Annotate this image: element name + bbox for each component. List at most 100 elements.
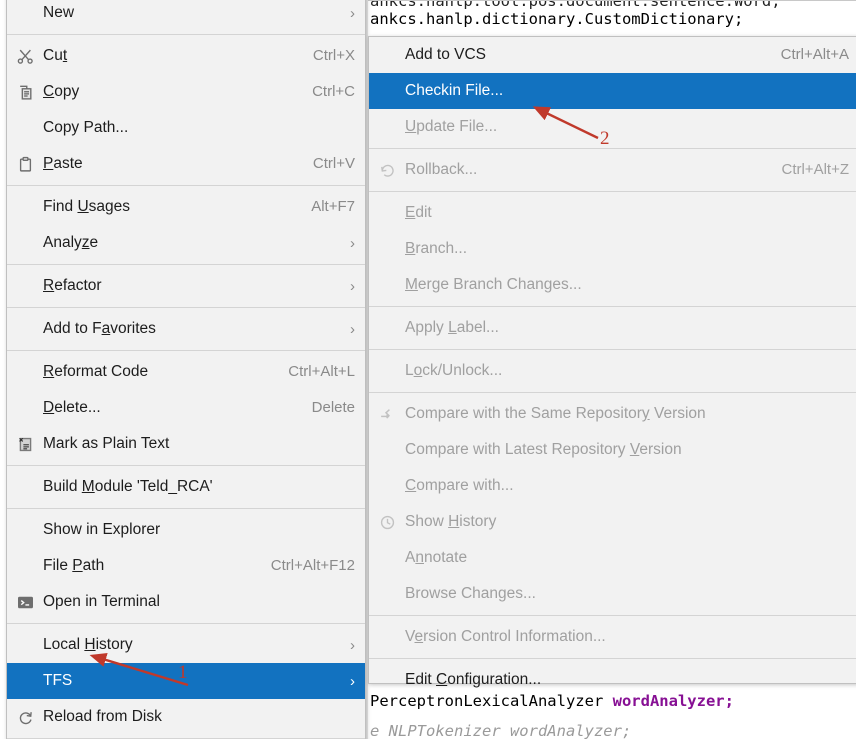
menu-item-label: Paste (43, 155, 83, 172)
menu-item-browse-changes: Browse Changes... (369, 576, 856, 612)
menu-item-shortcut: Alt+F7 (311, 198, 355, 215)
annotation-label-1: 1 (178, 662, 188, 683)
menu-item-label: Local History (43, 636, 133, 653)
menu-separator (369, 349, 856, 350)
menu-item-cut[interactable]: Cut Ctrl+X (7, 38, 365, 74)
menu-item-shortcut: Ctrl+Alt+F12 (270, 557, 355, 574)
plain-text-icon (7, 436, 43, 453)
tfs-submenu[interactable]: Add to VCS Ctrl+Alt+A Checkin File... Updat… (368, 36, 856, 688)
chevron-right-icon: › (350, 672, 355, 690)
menu-separator (369, 148, 856, 149)
menu-item-label: Lock/Unlock... (405, 362, 503, 379)
menu-separator (7, 34, 365, 35)
clipboard-icon (7, 156, 43, 173)
rollback-icon (369, 162, 405, 179)
menu-item-file-path[interactable]: File Path Ctrl+Alt+F12 (7, 548, 365, 584)
menu-item-label: File Path (43, 557, 105, 574)
menu-item-label: Add to Favorites (43, 320, 156, 337)
menu-item-label: Apply Label... (405, 319, 499, 336)
menu-item-label: Edit (405, 204, 432, 221)
menu-item-label: Analyze (43, 234, 99, 251)
menu-item-label: Checkin File... (405, 82, 504, 99)
menu-item-label: Find Usages (43, 198, 131, 215)
screenshot-root: ankcs.hanlp.tool.pos.document.sentence.W… (0, 0, 856, 739)
menu-item-show-in-explorer[interactable]: Show in Explorer (7, 512, 365, 548)
menu-separator (369, 392, 856, 393)
menu-item-add-to-vcs[interactable]: Add to VCS Ctrl+Alt+A (369, 37, 856, 73)
menu-item-open-in-terminal[interactable]: Open in Terminal (7, 584, 365, 620)
menu-item-copy[interactable]: Copy Ctrl+C (7, 74, 365, 110)
chevron-right-icon: › (350, 234, 355, 252)
menu-item-find-usages[interactable]: Find Usages Alt+F7 (7, 189, 365, 225)
menu-item-reformat-code[interactable]: Reformat Code Ctrl+Alt+L (7, 354, 365, 390)
menu-item-merge-branch-changes: Merge Branch Changes... (369, 267, 856, 303)
menu-item-label: Open in Terminal (43, 593, 160, 610)
menu-item-label: Copy Path... (43, 119, 129, 136)
menu-item-reload-from-disk[interactable]: Reload from Disk (7, 699, 365, 735)
menu-item-version-control-information: Version Control Information... (369, 619, 856, 655)
menu-item-shortcut: Ctrl+Alt+Z (781, 161, 849, 178)
menu-item-compare-with: Compare with... (369, 468, 856, 504)
menu-item-label: Mark as Plain Text (43, 435, 170, 452)
menu-item-build-module-teld-rca[interactable]: Build Module 'Teld_RCA' (7, 469, 365, 505)
menu-separator (369, 306, 856, 307)
menu-item-local-history[interactable]: Local History › (7, 627, 365, 663)
menu-item-lock-unlock: Lock/Unlock... (369, 353, 856, 389)
code-line-clipped: ankcs.hanlp.tool.pos.document.sentence.W… (370, 0, 781, 10)
menu-item-mark-as-plain-text[interactable]: Mark as Plain Text (7, 426, 365, 462)
menu-separator (7, 465, 365, 466)
menu-item-refactor[interactable]: Refactor › (7, 268, 365, 304)
menu-item-label: Compare with Latest Repository Version (405, 441, 682, 458)
menu-item-compare-with-latest-repository-version: Compare with Latest Repository Version (369, 432, 856, 468)
clock-icon (369, 514, 405, 531)
menu-item-show-history: Show History (369, 504, 856, 540)
menu-item-compare-with-the-same-repository-version: Compare with the Same Repository Version (369, 396, 856, 432)
menu-item-edit: Edit (369, 195, 856, 231)
menu-item-copy-path[interactable]: Copy Path... (7, 110, 365, 146)
annotation-label-2: 2 (600, 128, 610, 149)
menu-item-label: Refactor (43, 277, 102, 294)
menu-separator (7, 508, 365, 509)
scissors-icon (7, 48, 43, 65)
menu-item-edit-configuration[interactable]: Edit Configuration... (369, 662, 856, 698)
menu-item-label: Show History (405, 513, 497, 530)
menu-item-update-file: Update File... (369, 109, 856, 145)
menu-item-label: Annotate (405, 549, 468, 566)
menu-separator (369, 615, 856, 616)
menu-item-label: Reformat Code (43, 363, 149, 380)
file-context-menu[interactable]: New › Cut Ctrl+X Copy Ctrl+C Copy Path... Paste… (6, 0, 366, 739)
menu-item-label: Rollback... (405, 161, 478, 178)
compare-same-icon (369, 406, 405, 423)
menu-item-shortcut: Ctrl+C (312, 83, 355, 100)
menu-separator (7, 264, 365, 265)
menu-item-label: Browse Changes... (405, 585, 536, 602)
menu-item-paste[interactable]: Paste Ctrl+V (7, 146, 365, 182)
code-line-import: ankcs.hanlp.dictionary.CustomDictionary; (370, 10, 744, 28)
copy-icon (7, 84, 43, 101)
menu-item-label: Edit Configuration... (405, 671, 542, 688)
menu-separator (369, 658, 856, 659)
chevron-right-icon: › (350, 320, 355, 338)
menu-separator (7, 307, 365, 308)
menu-item-checkin-file[interactable]: Checkin File... (369, 73, 856, 109)
menu-item-label: Compare with... (405, 477, 514, 494)
menu-item-shortcut: Ctrl+Alt+A (780, 46, 849, 63)
menu-separator (369, 191, 856, 192)
chevron-right-icon: › (350, 277, 355, 295)
menu-separator (7, 623, 365, 624)
menu-item-shortcut: Ctrl+Alt+L (288, 363, 355, 380)
menu-item-new[interactable]: New › (7, 0, 365, 31)
menu-item-rollback: Rollback... Ctrl+Alt+Z (369, 152, 856, 188)
menu-item-shortcut: Ctrl+X (312, 47, 355, 64)
menu-separator (7, 350, 365, 351)
menu-item-annotate: Annotate (369, 540, 856, 576)
menu-item-label: Delete... (43, 399, 101, 416)
menu-item-analyze[interactable]: Analyze › (7, 225, 365, 261)
menu-item-label: Show in Explorer (43, 521, 161, 538)
menu-item-delete[interactable]: Delete... Delete (7, 390, 365, 426)
menu-item-add-to-favorites[interactable]: Add to Favorites › (7, 311, 365, 347)
menu-item-shortcut: Ctrl+V (312, 155, 355, 172)
menu-separator (7, 185, 365, 186)
menu-item-label: Add to VCS (405, 46, 486, 63)
menu-item-label: Compare with the Same Repository Version (405, 405, 706, 422)
